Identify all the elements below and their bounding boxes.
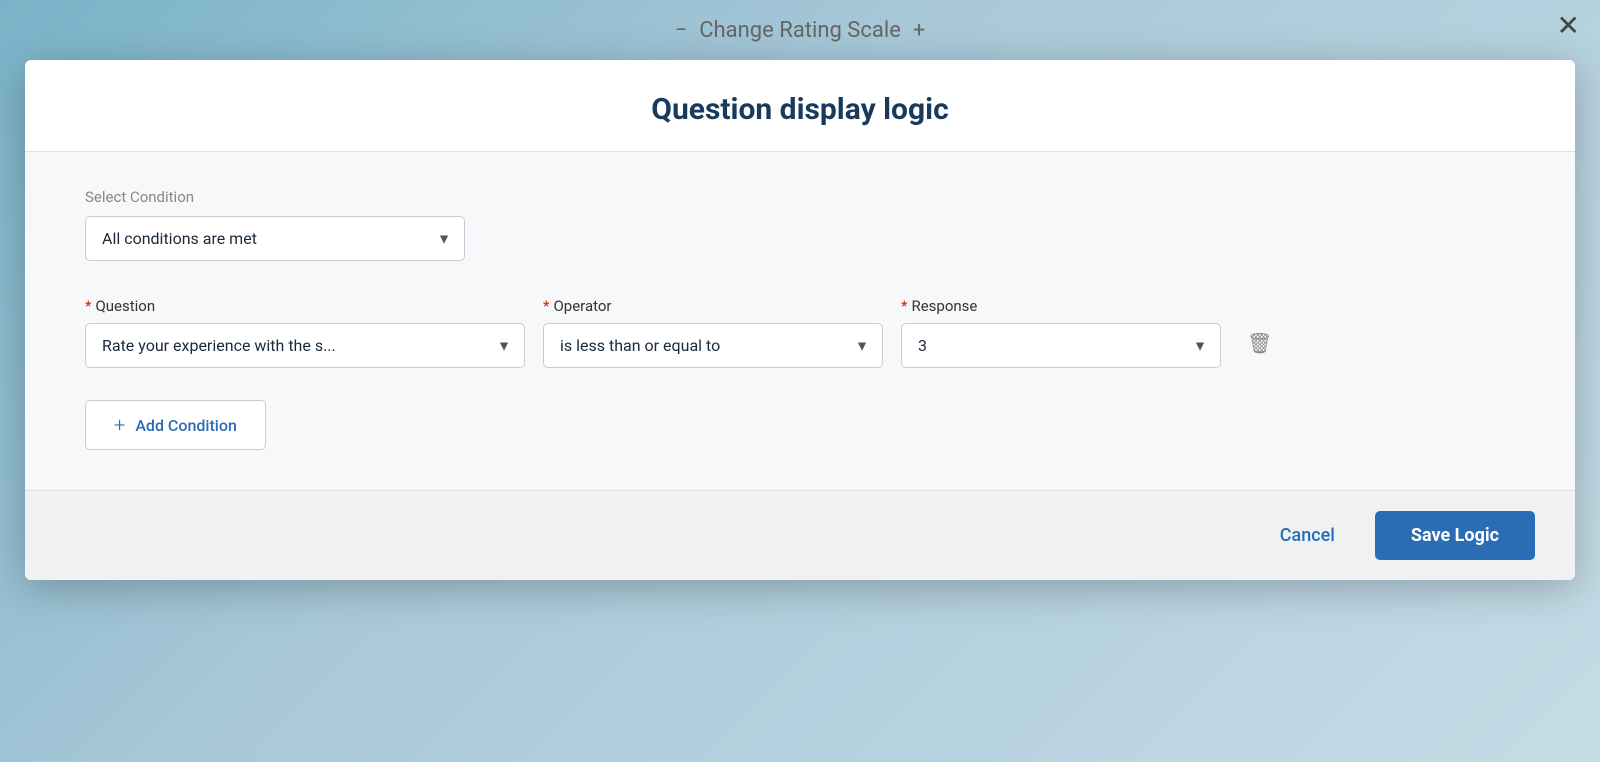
modal-footer: Cancel Save Logic [25,490,1575,580]
condition-row: * Question Rate your experience with the… [85,297,1515,368]
response-label: * Response [901,297,1221,315]
delete-condition-button[interactable] [1239,321,1280,366]
modal-title: Question display logic [65,92,1535,127]
question-label-text: Question [95,297,155,315]
operator-select[interactable]: is less than or equal to is greater than… [543,323,883,368]
operator-field-group: * Operator is less than or equal to is g… [543,297,883,368]
operator-required-star: * [543,297,549,315]
save-logic-button[interactable]: Save Logic [1375,511,1535,560]
cancel-button[interactable]: Cancel [1260,513,1355,558]
modal: Question display logic Select Condition … [25,60,1575,580]
trash-icon [1247,331,1272,356]
add-condition-plus-icon: + [114,415,125,435]
response-select-wrapper: 1 2 3 4 5 ▼ [901,323,1221,368]
question-field-group: * Question Rate your experience with the… [85,297,525,368]
question-select-wrapper: Rate your experience with the s... ▼ [85,323,525,368]
operator-label-text: Operator [553,297,611,315]
modal-body: Select Condition All conditions are met … [25,152,1575,490]
question-label: * Question [85,297,525,315]
add-condition-button[interactable]: + Add Condition [85,400,266,450]
condition-select-wrapper: All conditions are met Any conditions ar… [85,216,465,261]
response-field-group: * Response 1 2 3 4 5 ▼ [901,297,1221,368]
select-condition-label: Select Condition [85,188,1515,206]
operator-select-wrapper: is less than or equal to is greater than… [543,323,883,368]
condition-fields: * Question Rate your experience with the… [85,297,1515,368]
operator-label: * Operator [543,297,883,315]
question-select[interactable]: Rate your experience with the s... [85,323,525,368]
modal-header: Question display logic [25,60,1575,152]
modal-overlay: Question display logic Select Condition … [0,0,1600,762]
question-required-star: * [85,297,91,315]
response-required-star: * [901,297,907,315]
add-condition-label: Add Condition [135,416,237,435]
condition-select[interactable]: All conditions are met Any conditions ar… [85,216,465,261]
response-select[interactable]: 1 2 3 4 5 [901,323,1221,368]
response-label-text: Response [911,297,977,315]
